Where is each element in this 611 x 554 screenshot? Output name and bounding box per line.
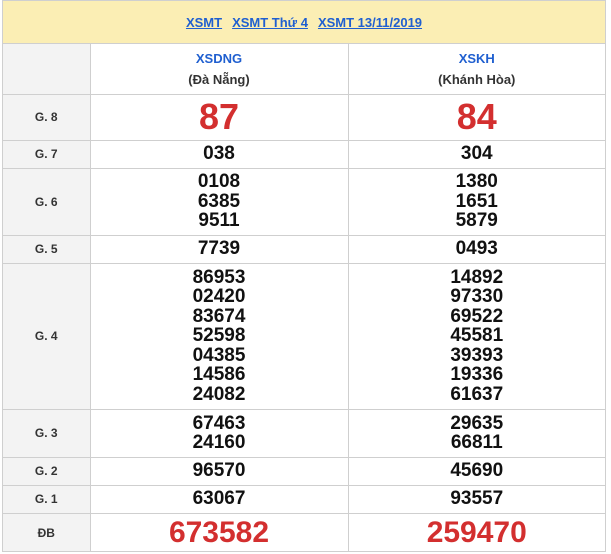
prize-cell: 1380 1651 5879	[347, 167, 605, 236]
province-row: XSDNG (Đà Nẵng) XSKH (Khánh Hòa)	[3, 44, 605, 95]
prize-label: G. 4	[3, 262, 91, 410]
prize-label: G. 5	[3, 234, 91, 264]
prize-number: 04385	[192, 344, 246, 366]
province-code: XSDNG	[195, 50, 243, 66]
prize-cell: 038	[89, 139, 349, 169]
prize-number: 14586	[192, 364, 246, 386]
prize-row-special: ĐB 673582 259470	[3, 512, 605, 551]
prize-cell: 14892 97330 69522 45581 39393 19336 6163…	[347, 262, 605, 410]
prize-number: 45690	[450, 460, 504, 482]
prize-label: G. 1	[3, 484, 91, 514]
prize-number: 61637	[450, 383, 504, 405]
prize-cell: 259470	[347, 512, 605, 551]
prize-cell: 0108 6385 9511	[89, 167, 349, 236]
prize-number: 259470	[426, 516, 527, 549]
prize-cell: 67463 24160	[89, 408, 349, 458]
prize-cell: 86953 02420 83674 52598 04385 14586 2408…	[89, 262, 349, 410]
prize-number: 24160	[192, 432, 246, 453]
prize-number: 9511	[198, 210, 240, 232]
prize-number: 673582	[168, 516, 270, 549]
prize-number: 29635	[450, 412, 504, 434]
prize-label: G. 8	[3, 93, 91, 141]
prize-cell: 63067	[89, 484, 349, 514]
link-xsmt[interactable]: XSMT	[186, 15, 222, 30]
prize-number: 63067	[192, 488, 246, 510]
prize-number: 93557	[450, 488, 504, 510]
prize-label: G. 6	[3, 167, 91, 236]
prize-cell: 0493	[347, 234, 605, 264]
prize-number: 5879	[455, 210, 498, 232]
prize-number: 96570	[192, 460, 246, 482]
prize-number: 97330	[450, 286, 504, 308]
prize-number: 6385	[197, 190, 241, 212]
prize-row-g7: G. 7 038 304	[3, 139, 605, 169]
prize-cell: 673582	[89, 512, 349, 551]
prize-cell: 304	[347, 139, 605, 169]
prize-number: 39393	[450, 344, 504, 366]
prize-number: 84	[456, 96, 497, 137]
prize-label: ĐB	[3, 512, 91, 551]
province-name: (Đà Nẵng)	[188, 71, 250, 87]
prize-row-g8: G. 8 87 84	[3, 93, 605, 141]
results-header: XSMT XSMT Thứ 4 XSMT 13/11/2019	[3, 1, 605, 44]
prize-number: 86953	[192, 266, 246, 288]
prize-cell: 96570	[89, 456, 349, 486]
province-code: XSKH	[458, 50, 495, 66]
prize-cell: 45690	[347, 456, 605, 486]
prize-cell: 84	[347, 93, 605, 141]
prize-number: 038	[203, 143, 235, 165]
prize-number: 67463	[192, 412, 246, 434]
prize-number: 45581	[450, 325, 504, 347]
province-cell-khanhhoa: XSKH (Khánh Hòa)	[347, 44, 605, 95]
link-xsmt-thu-4[interactable]: XSMT Thứ 4	[232, 15, 308, 30]
province-name: (Khánh Hòa)	[438, 71, 516, 87]
prize-number: 83674	[192, 305, 246, 327]
prize-cell: 7739	[89, 234, 349, 264]
prize-number: 304	[460, 143, 493, 165]
prize-number: 52598	[192, 325, 246, 347]
prize-row-g3: G. 3 67463 24160 29635 66811	[3, 408, 605, 458]
province-cell-danang: XSDNG (Đà Nẵng)	[89, 44, 349, 95]
prize-number: 1651	[455, 190, 498, 212]
prize-row-g6: G. 6 0108 6385 9511 1380 1651 5879	[3, 167, 605, 236]
prize-row-g1: G. 1 63067 93557	[3, 484, 605, 514]
prize-number: 87	[198, 96, 240, 137]
prize-cell: 87	[89, 93, 349, 141]
prize-number: 66811	[450, 432, 503, 453]
link-xsmt-date[interactable]: XSMT 13/11/2019	[318, 15, 422, 30]
prize-number: 02420	[192, 286, 246, 308]
prize-number: 7739	[197, 238, 241, 260]
prize-cell: 29635 66811	[347, 408, 605, 458]
prize-number: 24082	[192, 383, 246, 405]
prize-row-g4: G. 4 86953 02420 83674 52598 04385 14586…	[3, 262, 605, 410]
prize-cell: 93557	[347, 484, 605, 514]
results-frame: XSMT XSMT Thứ 4 XSMT 13/11/2019 XSDNG (Đ…	[2, 0, 606, 552]
prize-row-g2: G. 2 96570 45690	[3, 456, 605, 486]
results-table: XSDNG (Đà Nẵng) XSKH (Khánh Hòa) G. 8 87…	[3, 44, 605, 551]
prize-label: G. 2	[3, 456, 91, 486]
prize-label: G. 3	[3, 408, 91, 458]
prize-number: 1380	[455, 171, 498, 193]
prize-row-g5: G. 5 7739 0493	[3, 234, 605, 264]
prize-label: G. 7	[3, 139, 91, 169]
corner-cell	[3, 44, 91, 95]
prize-number: 14892	[450, 266, 504, 288]
prize-number: 19336	[450, 364, 504, 386]
prize-number: 0108	[197, 171, 241, 193]
prize-number: 0493	[455, 238, 498, 260]
prize-number: 69522	[450, 305, 504, 327]
